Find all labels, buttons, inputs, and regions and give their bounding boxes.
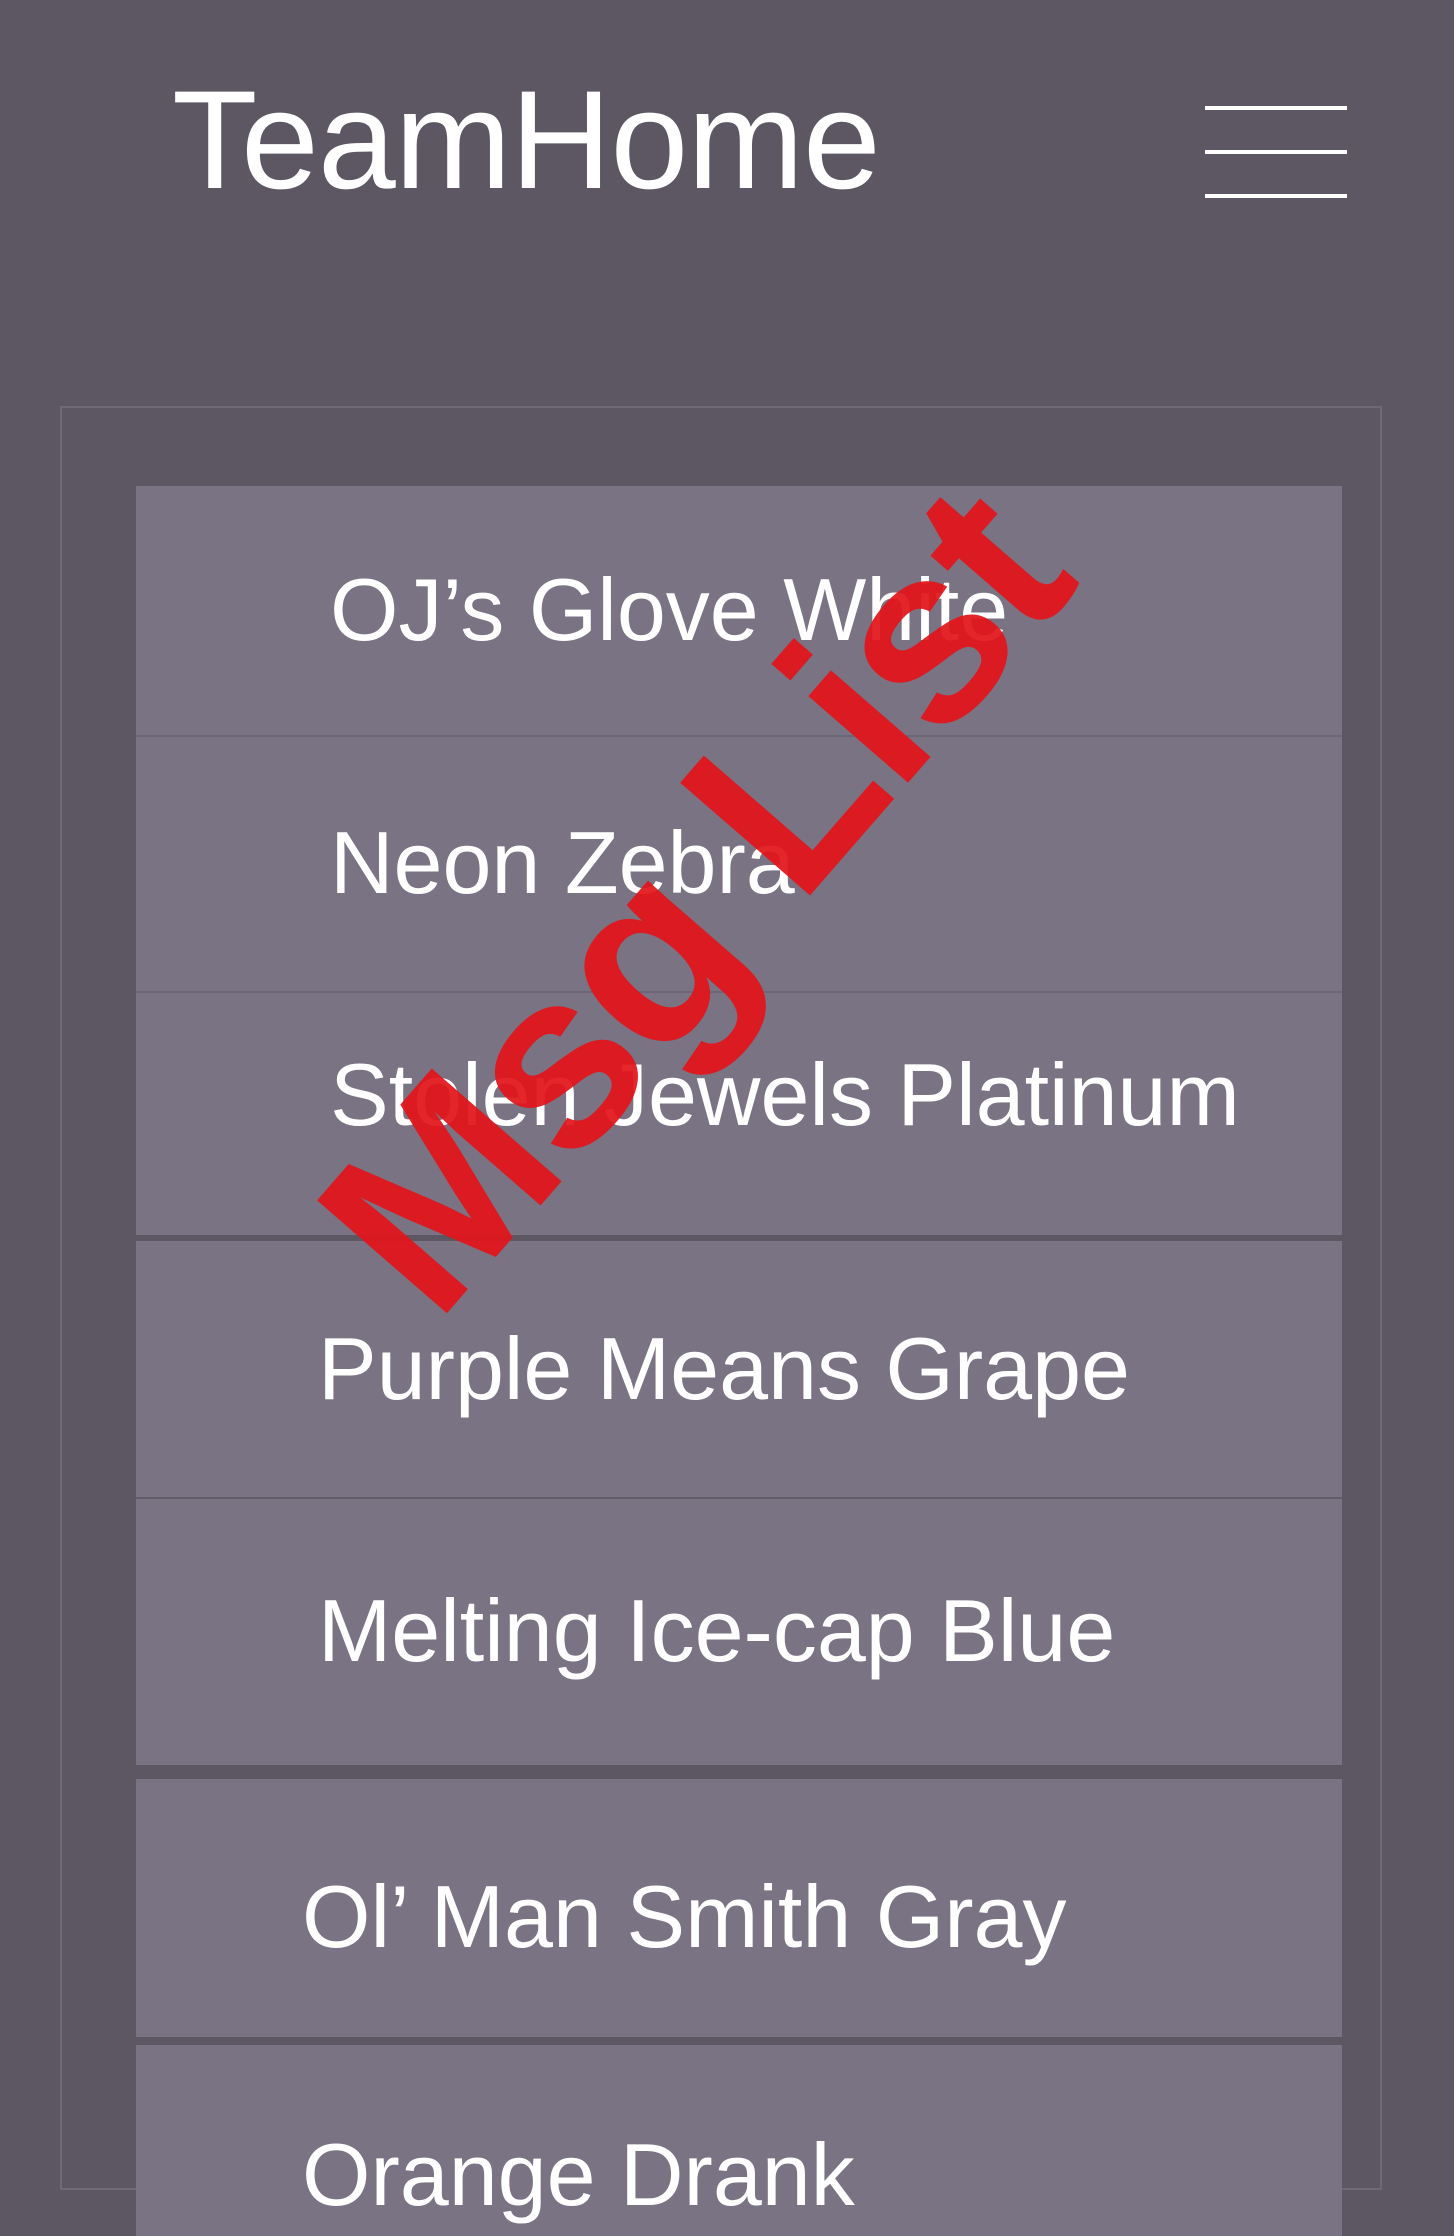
list-separator: [136, 1765, 1342, 1779]
message-list[interactable]: OJ’s Glove White Neon Zebra Stolen Jewel…: [136, 486, 1342, 2236]
list-item-label: Purple Means Grape: [318, 1319, 1130, 1418]
list-item-label: Melting Ice-cap Blue: [318, 1581, 1116, 1680]
list-item-label: Neon Zebra: [330, 813, 795, 912]
list-item[interactable]: Neon Zebra: [136, 737, 1342, 991]
list-separator: [136, 2037, 1342, 2045]
app-header: TeamHome: [0, 0, 1454, 280]
list-item-label: Orange Drank: [302, 2125, 855, 2224]
list-item-label: Stolen Jewels Platinum: [330, 1045, 1240, 1144]
list-item-label: Ol’ Man Smith Gray: [302, 1867, 1067, 1966]
list-item[interactable]: Melting Ice-cap Blue: [136, 1499, 1342, 1765]
list-item[interactable]: Purple Means Grape: [136, 1241, 1342, 1497]
app-title: TeamHome: [172, 61, 881, 218]
list-item-label: OJ’s Glove White: [330, 560, 1009, 659]
list-item[interactable]: Orange Drank: [136, 2045, 1342, 2236]
list-item[interactable]: Ol’ Man Smith Gray: [136, 1779, 1342, 2037]
list-item[interactable]: OJ’s Glove White: [136, 486, 1342, 736]
list-item[interactable]: Stolen Jewels Platinum: [136, 993, 1342, 1235]
menu-button[interactable]: [1196, 96, 1356, 208]
